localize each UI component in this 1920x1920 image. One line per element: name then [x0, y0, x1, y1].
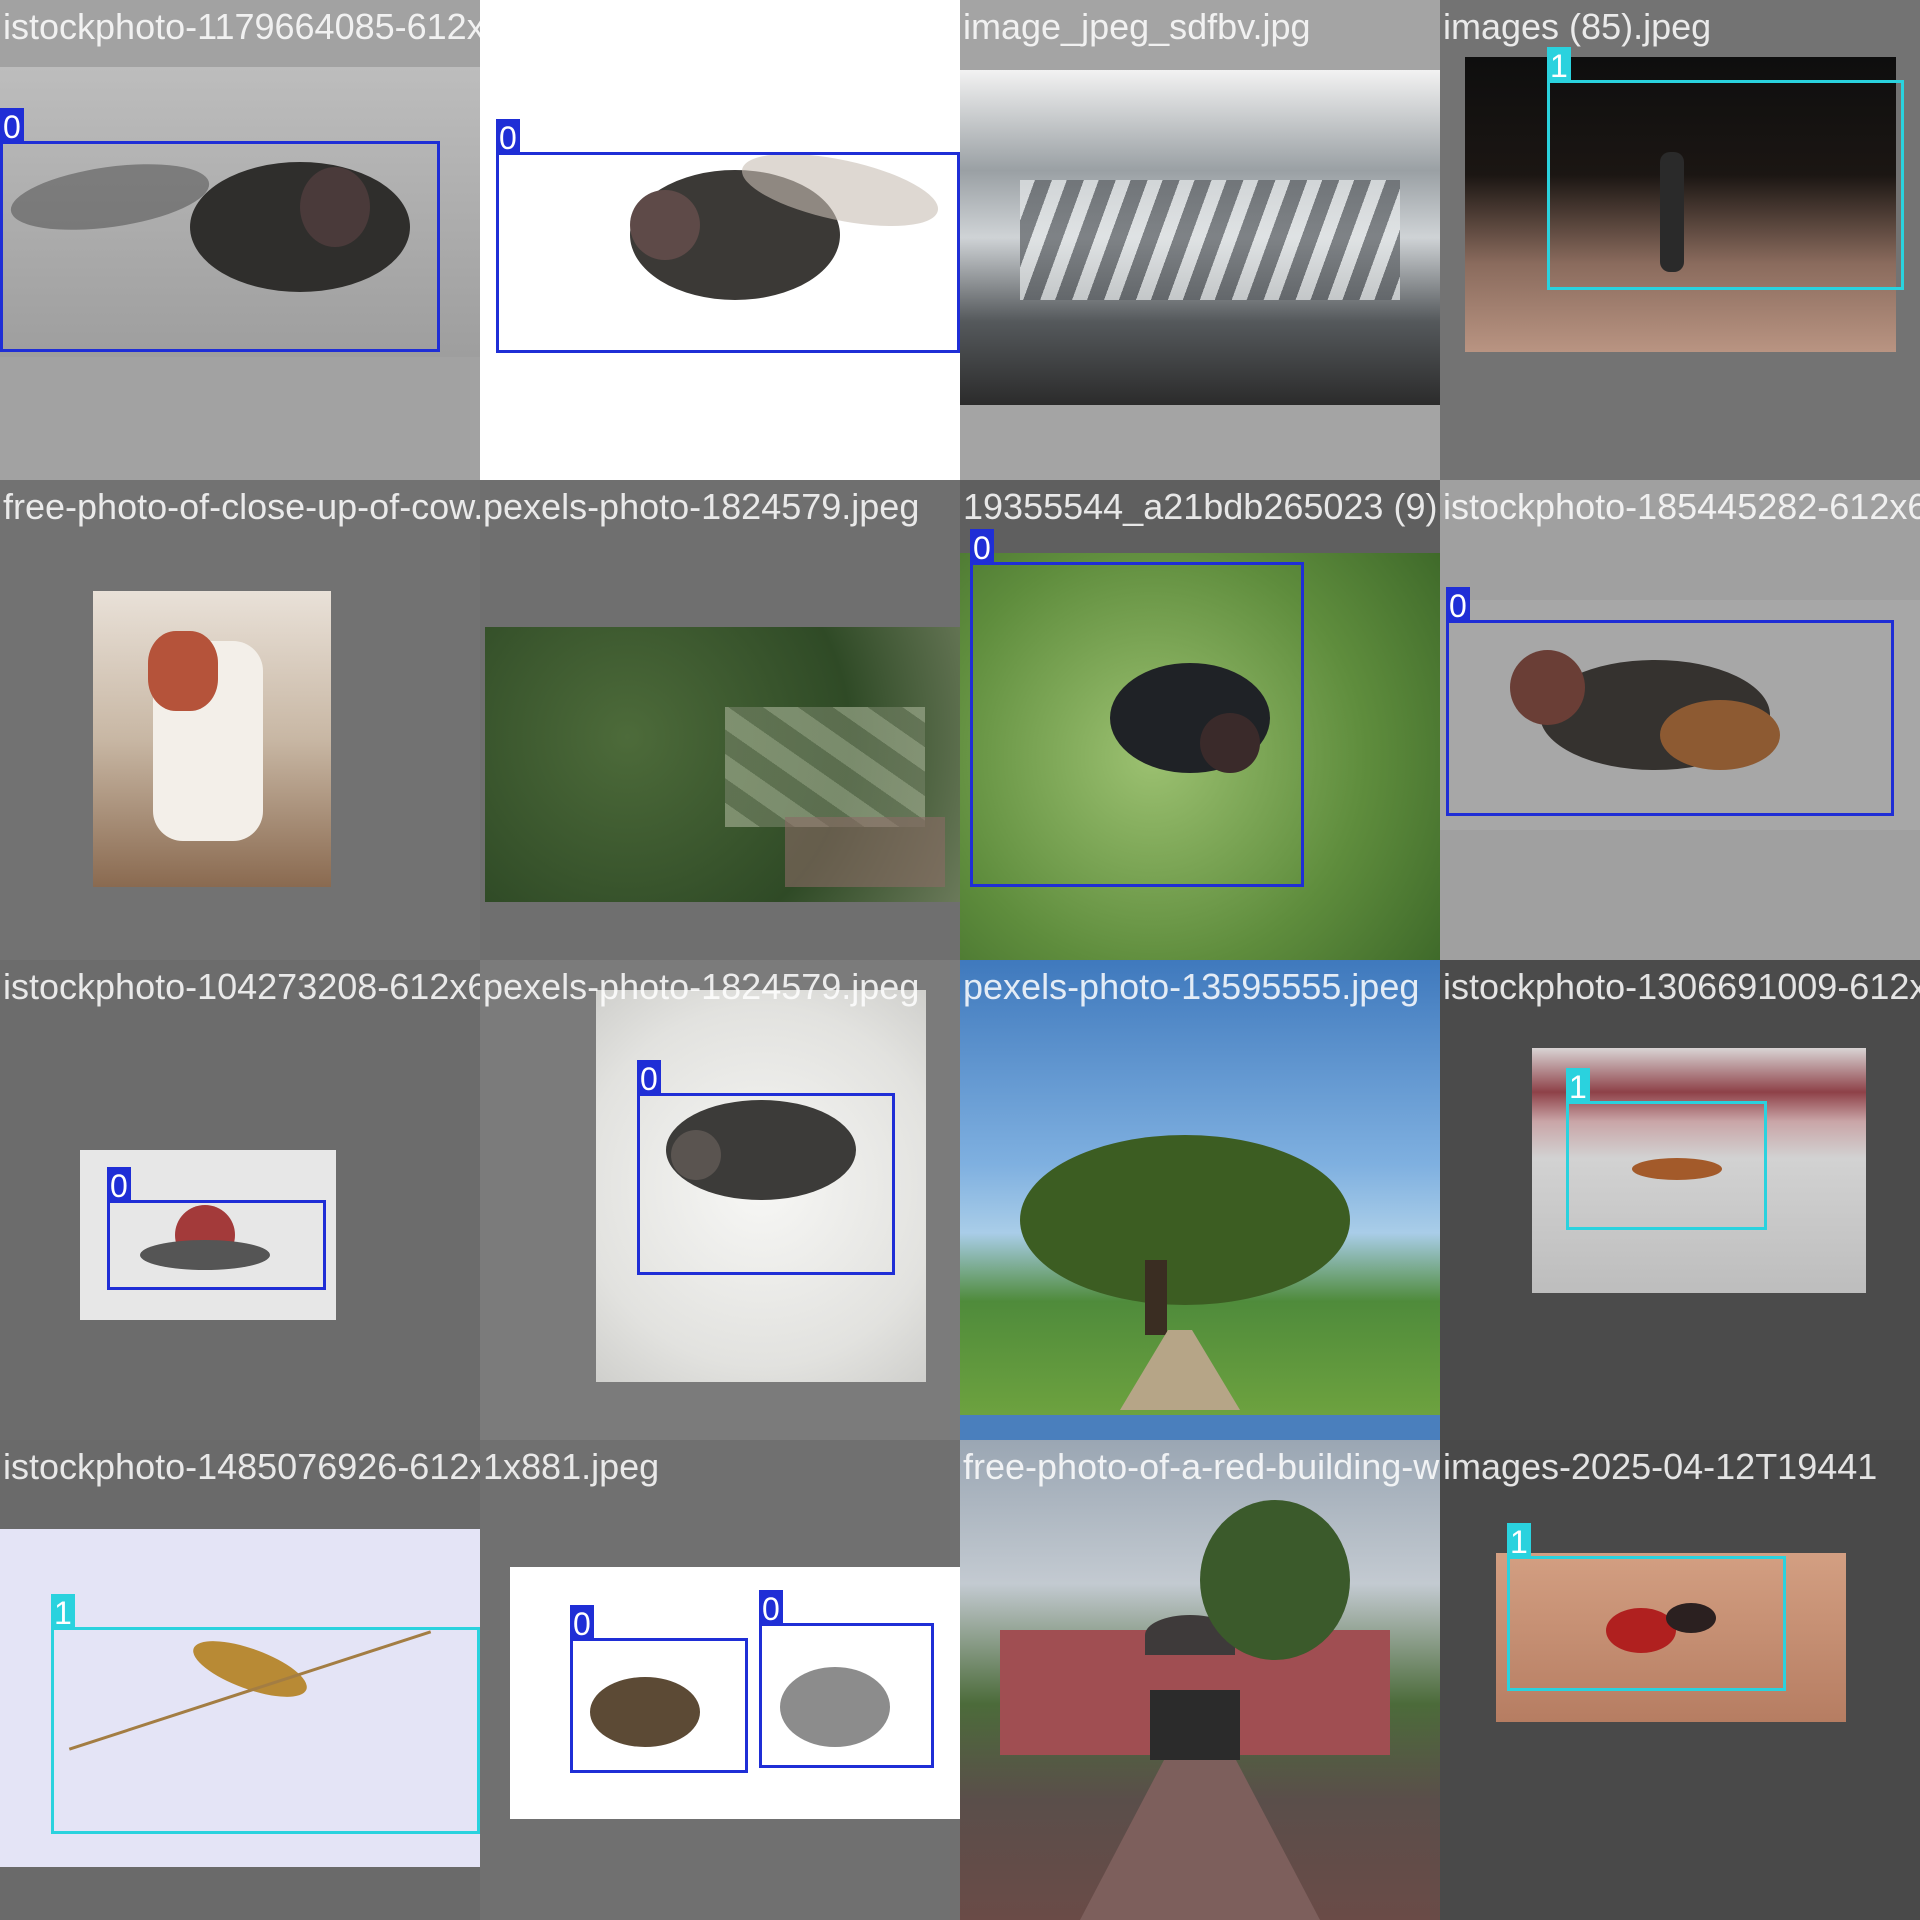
bounding-box-label: 0: [637, 1060, 661, 1097]
mosaic-tile[interactable]: images-2025-04-12T19441 1: [1440, 1440, 1920, 1920]
bounding-box[interactable]: 1: [1507, 1523, 1786, 1691]
tile-filename: image_jpeg_sdfbv.jpg: [963, 6, 1311, 47]
bounding-box[interactable]: 0: [970, 529, 1304, 887]
tile-photo: [93, 591, 331, 887]
mosaic-tile[interactable]: pexels-photo-1824579.jpeg: [480, 480, 960, 960]
tile-photo: [960, 1440, 1440, 1920]
tile-photo: [485, 627, 960, 902]
mosaic-tile[interactable]: free-photo-of-close-up-of-cow.jpeg: [0, 480, 480, 960]
bounding-box[interactable]: 0: [637, 1060, 895, 1275]
bounding-box-label: 0: [496, 119, 520, 156]
bounding-box-label: 1: [1566, 1068, 1590, 1105]
bounding-box[interactable]: 0: [759, 1590, 934, 1768]
bounding-box[interactable]: 0: [1446, 587, 1894, 816]
bounding-box-label: 0: [970, 529, 994, 566]
tile-photo: [960, 960, 1440, 1415]
mosaic-tile[interactable]: istockphoto-1313538680-612x612.jpg 0: [480, 0, 960, 480]
tile-filename: pexels-photo-1824579.jpeg: [483, 486, 920, 527]
mosaic-tile[interactable]: pexels-photo-1824579.jpeg 0: [480, 960, 960, 1440]
tile-filename: istockphoto-1179664085-612x612.jpg: [3, 6, 480, 47]
image-mosaic-grid: istockphoto-1179664085-612x612.jpg 0 ist…: [0, 0, 1920, 1920]
bounding-box[interactable]: 1: [1566, 1068, 1767, 1230]
mosaic-tile[interactable]: pexels-photo-13595555.jpeg: [960, 960, 1440, 1440]
tile-photo: [960, 70, 1440, 405]
mosaic-tile[interactable]: free-photo-of-a-red-building-with-a-walk…: [960, 1440, 1440, 1920]
tile-filename: istockphoto-1313538680-612x612.jpg: [483, 6, 960, 47]
bounding-box[interactable]: 0: [0, 108, 440, 352]
tile-filename: images (85).jpeg: [1443, 6, 1712, 47]
bounding-box[interactable]: 0: [107, 1167, 326, 1290]
tile-filename: 19355544_a21bdb265023 (9).jpg: [963, 486, 1440, 527]
mosaic-tile[interactable]: 1x881.jpeg 0 0: [480, 1440, 960, 1920]
tile-filename: images-2025-04-12T19441: [1443, 1446, 1878, 1487]
mosaic-tile[interactable]: istockphoto-185445282-612x612.jpg 0: [1440, 480, 1920, 960]
mosaic-tile[interactable]: istockphoto-1179664085-612x612.jpg 0: [0, 0, 480, 480]
bounding-box-label: 0: [107, 1167, 131, 1204]
mosaic-tile[interactable]: 19355544_a21bdb265023 (9).jpg 0: [960, 480, 1440, 960]
mosaic-tile[interactable]: images (85).jpeg 1: [1440, 0, 1920, 480]
bounding-box-label: 1: [51, 1594, 75, 1631]
tile-filename: istockphoto-185445282-612x612.jpg: [1443, 486, 1920, 527]
tile-filename: free-photo-of-close-up-of-cow.jpeg: [3, 486, 480, 527]
bounding-box-label: 0: [1446, 587, 1470, 624]
tile-filename: istockphoto-1485076926-612x612.jpg: [3, 1446, 480, 1487]
bounding-box-label: 1: [1507, 1523, 1531, 1560]
tile-filename: 1x881.jpeg: [483, 1446, 660, 1487]
tile-filename: istockphoto-104273208-612x612.jpg: [3, 966, 480, 1007]
bounding-box-label: 0: [0, 108, 24, 145]
mosaic-tile[interactable]: image_jpeg_sdfbv.jpg: [960, 0, 1440, 480]
mosaic-tile[interactable]: istockphoto-104273208-612x612.jpg 0: [0, 960, 480, 1440]
bounding-box[interactable]: 0: [570, 1605, 748, 1773]
bounding-box-label: 0: [759, 1590, 783, 1627]
bounding-box[interactable]: 1: [51, 1594, 480, 1834]
bounding-box[interactable]: 1: [1547, 47, 1904, 290]
tile-filename: istockphoto-1306691009-612x612.jpg: [1443, 966, 1920, 1007]
bounding-box-label: 0: [570, 1605, 594, 1642]
bounding-box-label: 1: [1547, 47, 1571, 84]
mosaic-tile[interactable]: istockphoto-1306691009-612x612.jpg 1: [1440, 960, 1920, 1440]
bounding-box[interactable]: 0: [496, 119, 960, 353]
mosaic-tile[interactable]: istockphoto-1485076926-612x612.jpg 1: [0, 1440, 480, 1920]
